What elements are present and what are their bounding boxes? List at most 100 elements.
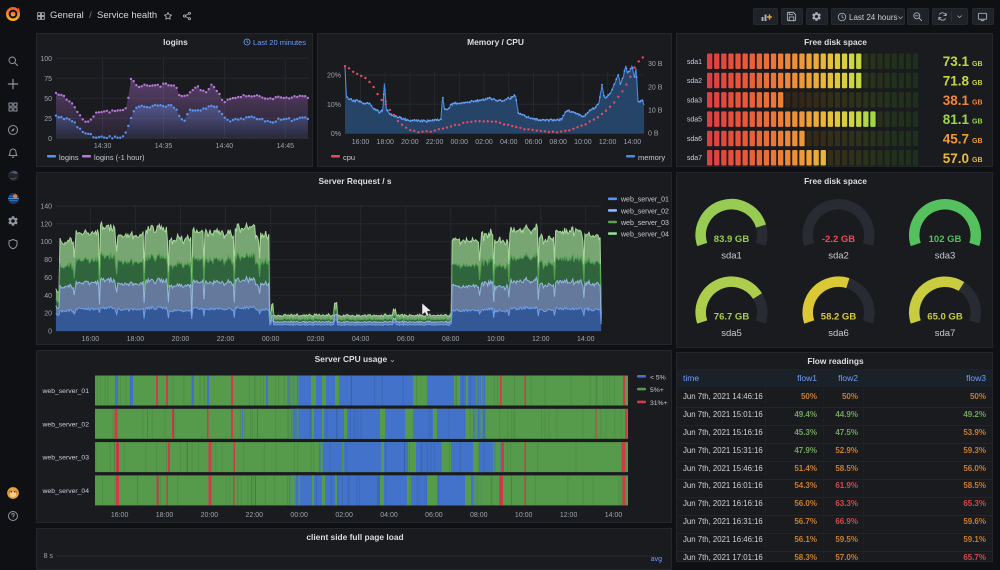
svg-text:sda6: sda6 — [687, 136, 702, 143]
svg-text:50: 50 — [44, 96, 52, 103]
svg-text:31%+: 31%+ — [650, 400, 668, 407]
svg-text:18:00: 18:00 — [156, 512, 174, 519]
svg-text:web_server_02: web_server_02 — [620, 208, 669, 215]
svg-text:< 5%: < 5% — [650, 374, 666, 381]
svg-text:22:00: 22:00 — [217, 336, 235, 343]
svg-text:sda7: sda7 — [687, 155, 702, 162]
svg-text:8 s: 8 s — [44, 553, 54, 560]
svg-text:0: 0 — [48, 136, 52, 143]
svg-text:60: 60 — [44, 275, 52, 282]
svg-text:GB: GB — [972, 157, 983, 164]
svg-text:-2.2 GB: -2.2 GB — [822, 234, 855, 245]
svg-text:30 B: 30 B — [648, 61, 663, 68]
svg-text:120: 120 — [40, 221, 52, 228]
svg-text:sda3: sda3 — [935, 251, 956, 262]
svg-text:20:00: 20:00 — [401, 139, 419, 146]
svg-text:65.0 GB: 65.0 GB — [927, 312, 963, 323]
svg-text:sda3: sda3 — [687, 97, 702, 104]
svg-text:sda1: sda1 — [721, 251, 742, 262]
svg-text:web_server_01: web_server_01 — [620, 197, 669, 204]
svg-text:5%+: 5%+ — [650, 387, 664, 394]
svg-text:16:00: 16:00 — [111, 512, 129, 519]
svg-text:GB: GB — [972, 80, 983, 87]
svg-text:04:00: 04:00 — [380, 512, 398, 519]
svg-text:web_server_01: web_server_01 — [42, 388, 90, 395]
svg-text:76.7 GB: 76.7 GB — [714, 312, 750, 323]
svg-text:GB: GB — [972, 99, 983, 106]
svg-text:web_server_04: web_server_04 — [42, 488, 90, 495]
svg-text:73.1: 73.1 — [943, 54, 970, 69]
svg-text:memory: memory — [638, 153, 665, 162]
svg-text:sda2: sda2 — [687, 78, 702, 85]
svg-text:08:00: 08:00 — [442, 336, 460, 343]
svg-text:00:00: 00:00 — [451, 139, 469, 146]
svg-text:40: 40 — [44, 293, 52, 300]
svg-text:100: 100 — [40, 239, 52, 246]
svg-text:GB: GB — [972, 61, 983, 68]
svg-text:81.1: 81.1 — [943, 112, 970, 127]
svg-text:0%: 0% — [331, 131, 341, 138]
svg-text:100: 100 — [40, 56, 52, 63]
svg-text:20:00: 20:00 — [172, 336, 190, 343]
svg-text:sda2: sda2 — [828, 251, 849, 262]
svg-text:0 B: 0 B — [648, 131, 659, 138]
svg-text:14:00: 14:00 — [624, 139, 642, 146]
svg-text:14:35: 14:35 — [155, 143, 173, 150]
svg-text:18:00: 18:00 — [376, 139, 394, 146]
svg-text:16:00: 16:00 — [82, 336, 100, 343]
svg-text:02:00: 02:00 — [475, 139, 493, 146]
svg-text:02:00: 02:00 — [335, 512, 353, 519]
svg-text:08:00: 08:00 — [549, 139, 567, 146]
svg-text:web_server_03: web_server_03 — [620, 220, 669, 227]
svg-text:10:00: 10:00 — [487, 336, 505, 343]
svg-text:14:00: 14:00 — [577, 336, 595, 343]
svg-text:0: 0 — [48, 329, 52, 336]
svg-text:web_server_04: web_server_04 — [620, 232, 669, 239]
svg-text:14:30: 14:30 — [94, 143, 112, 150]
svg-text:06:00: 06:00 — [397, 336, 415, 343]
svg-text:140: 140 — [40, 204, 52, 211]
svg-text:12:00: 12:00 — [560, 512, 578, 519]
svg-text:10:00: 10:00 — [574, 139, 592, 146]
svg-text:20:00: 20:00 — [201, 512, 219, 519]
svg-text:12:00: 12:00 — [532, 336, 550, 343]
svg-text:38.1: 38.1 — [943, 93, 970, 108]
svg-text:sda1: sda1 — [687, 59, 702, 66]
svg-text:GB: GB — [972, 119, 983, 126]
svg-text:83.9 GB: 83.9 GB — [714, 234, 750, 245]
svg-text:12:00: 12:00 — [599, 139, 617, 146]
svg-text:102 GB: 102 GB — [929, 234, 962, 245]
svg-text:00:00: 00:00 — [262, 336, 280, 343]
svg-text:06:00: 06:00 — [525, 139, 543, 146]
svg-text:14:45: 14:45 — [277, 143, 295, 150]
svg-text:10 B: 10 B — [648, 107, 663, 114]
svg-text:58.2 GB: 58.2 GB — [821, 312, 857, 323]
svg-text:sda6: sda6 — [828, 328, 849, 339]
svg-text:45.7: 45.7 — [943, 132, 969, 147]
svg-text:71.8: 71.8 — [943, 74, 970, 89]
svg-text:20 B: 20 B — [648, 84, 663, 91]
svg-text:04:00: 04:00 — [352, 336, 370, 343]
svg-text:75: 75 — [44, 76, 52, 83]
svg-text:18:00: 18:00 — [127, 336, 145, 343]
svg-text:cpu: cpu — [343, 153, 355, 162]
svg-text:16:00: 16:00 — [352, 139, 370, 146]
svg-text:00:00: 00:00 — [290, 512, 308, 519]
svg-text:logins (-1 hour): logins (-1 hour) — [94, 153, 145, 162]
svg-text:20: 20 — [44, 311, 52, 318]
svg-text:25: 25 — [44, 116, 52, 123]
svg-text:sda5: sda5 — [687, 117, 702, 124]
svg-text:80: 80 — [44, 257, 52, 264]
svg-text:14:00: 14:00 — [605, 512, 623, 519]
svg-text:22:00: 22:00 — [426, 139, 444, 146]
svg-text:sda7: sda7 — [935, 328, 956, 339]
svg-text:22:00: 22:00 — [246, 512, 264, 519]
svg-text:GB: GB — [972, 138, 983, 145]
svg-text:57.0: 57.0 — [943, 151, 969, 166]
svg-text:sda5: sda5 — [721, 328, 742, 339]
svg-text:04:00: 04:00 — [500, 139, 518, 146]
svg-text:02:00: 02:00 — [307, 336, 325, 343]
svg-text:06:00: 06:00 — [425, 512, 443, 519]
svg-text:14:40: 14:40 — [216, 143, 234, 150]
svg-text:10%: 10% — [327, 102, 341, 109]
